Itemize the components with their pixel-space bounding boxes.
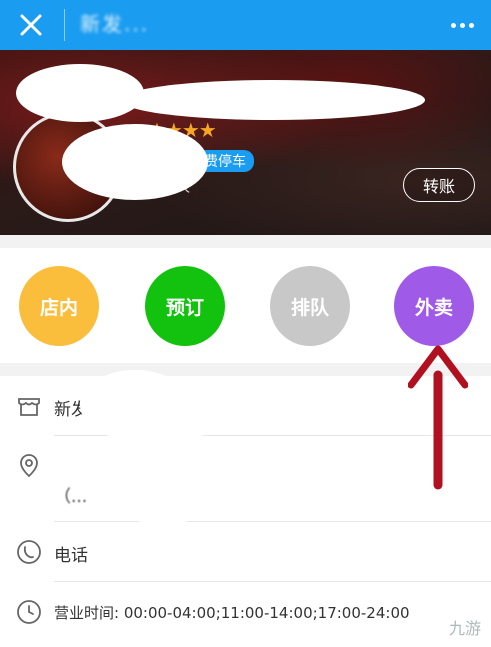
- queue-button[interactable]: 排队: [270, 266, 350, 346]
- annotation-arrow: [408, 345, 468, 490]
- transfer-button[interactable]: 转账: [403, 168, 475, 202]
- top-bar: 新发...: [0, 0, 491, 50]
- phone-label: 电话: [54, 546, 88, 566]
- business-hours: 营业时间: 00:00-04:00;11:00-14:00;17:00-24:0…: [54, 604, 410, 622]
- reserve-button[interactable]: 预订: [145, 266, 225, 346]
- redaction-blob: [120, 80, 425, 120]
- redaction-blob: [16, 64, 144, 122]
- location-pin-icon: [20, 454, 38, 478]
- address-text: （...: [54, 487, 88, 507]
- page-title: 新发...: [80, 12, 150, 36]
- watermark: 九游: [448, 619, 481, 638]
- close-button[interactable]: [14, 8, 48, 42]
- clock-icon: [17, 600, 41, 624]
- store-icon: [18, 398, 40, 416]
- dine-in-button[interactable]: 店内: [19, 266, 99, 346]
- topbar-divider: [64, 9, 65, 41]
- redaction-blob: [62, 124, 208, 200]
- takeout-button[interactable]: 外卖: [394, 266, 474, 346]
- more-button[interactable]: [445, 10, 479, 40]
- more-dots-icon: [450, 22, 456, 28]
- phone-row[interactable]: 电话: [0, 522, 491, 582]
- phone-icon: [17, 540, 41, 564]
- hours-row: 营业时间: 00:00-04:00;11:00-14:00;17:00-24:0…: [0, 582, 491, 647]
- redaction-blob: [88, 428, 238, 524]
- store-banner: ★★★★ 费停车 人 转账: [0, 50, 491, 235]
- close-icon: [20, 14, 42, 36]
